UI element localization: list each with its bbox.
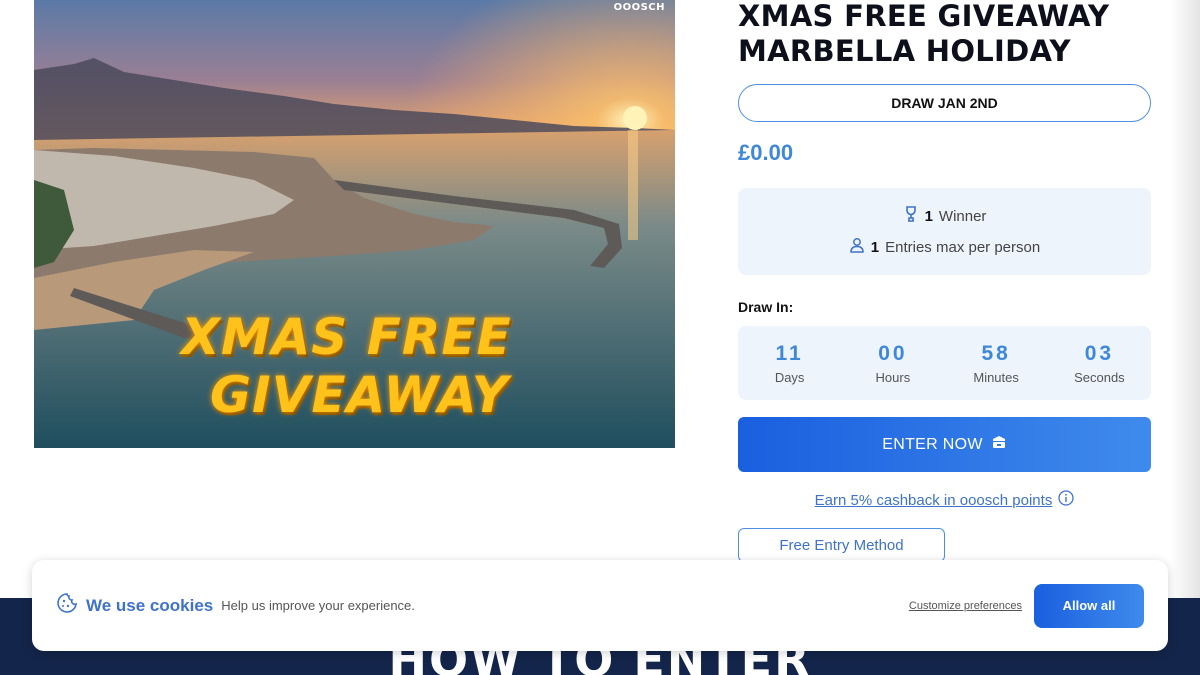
draw-date-badge: DRAW JAN 2ND — [738, 84, 1151, 122]
cashback-row: Earn 5% cashback in ooosch points — [738, 490, 1151, 510]
hero-brand-logo: OOOSCH — [613, 2, 665, 13]
user-icon — [849, 237, 865, 257]
product-title-line1: XMAS FREE GIVEAWAY — [738, 0, 1110, 33]
countdown-hours: 00 Hours — [841, 342, 944, 385]
draw-in-label: Draw In: — [738, 299, 794, 315]
hero-image: OOOSCH XMAS FREE GIVEAWAY — [34, 0, 675, 448]
hero-overlay-line2: GIVEAWAY — [210, 366, 509, 424]
customize-preferences-link[interactable]: Customize preferences — [909, 600, 1022, 612]
winners-count: 1 — [924, 207, 933, 225]
countdown-value: 11 — [775, 341, 804, 365]
winners-row: 1 Winner — [903, 206, 987, 226]
hero-overlay-line1: XMAS FREE — [181, 308, 512, 366]
countdown-unit: Days — [774, 369, 805, 385]
page: OOOSCH XMAS FREE GIVEAWAY XMAS FREE GIVE… — [0, 0, 1200, 675]
trophy-icon — [903, 206, 919, 226]
product-title: XMAS FREE GIVEAWAY MARBELLA HOLIDAY — [738, 0, 1151, 69]
enter-now-button[interactable]: ENTER NOW — [738, 417, 1151, 472]
prize-info-box: 1 Winner 1 Entries max per person — [738, 188, 1151, 275]
cookie-title: We use cookies — [86, 595, 214, 615]
price: £0.00 — [738, 140, 794, 165]
entries-row: 1 Entries max per person — [849, 237, 1040, 257]
entries-label: Entries max per person — [885, 238, 1041, 256]
page-edge-shadow — [1170, 0, 1200, 600]
countdown-minutes: 58 Minutes — [945, 342, 1048, 385]
winners-label: Winner — [938, 207, 987, 225]
countdown-timer: 11 Days 00 Hours 58 Minutes 03 Seconds — [738, 326, 1151, 400]
countdown-unit: Minutes — [973, 369, 1019, 385]
cookie-icon — [56, 592, 78, 619]
countdown-unit: Hours — [875, 369, 911, 385]
countdown-unit: Seconds — [1074, 369, 1125, 385]
cashback-link[interactable]: Earn 5% cashback in ooosch points — [815, 492, 1053, 509]
countdown-value: 03 — [1084, 341, 1115, 365]
countdown-days: 11 Days — [738, 342, 841, 385]
info-icon[interactable] — [1058, 490, 1074, 510]
enter-now-label: ENTER NOW — [882, 435, 983, 453]
product-panel: XMAS FREE GIVEAWAY MARBELLA HOLIDAY DRAW… — [738, 0, 1151, 562]
countdown-value: 00 — [878, 341, 908, 365]
ticket-icon — [991, 435, 1007, 454]
allow-all-button[interactable]: Allow all — [1034, 583, 1144, 628]
cookie-text: Help us improve your experience. — [221, 598, 415, 613]
countdown-seconds: 03 Seconds — [1048, 342, 1151, 385]
cookie-banner: We use cookies Help us improve your expe… — [32, 560, 1168, 651]
free-entry-button[interactable]: Free Entry Method — [738, 528, 945, 562]
entries-count: 1 — [870, 238, 880, 256]
product-title-line2: MARBELLA HOLIDAY — [738, 34, 1071, 68]
countdown-value: 58 — [981, 341, 1011, 365]
